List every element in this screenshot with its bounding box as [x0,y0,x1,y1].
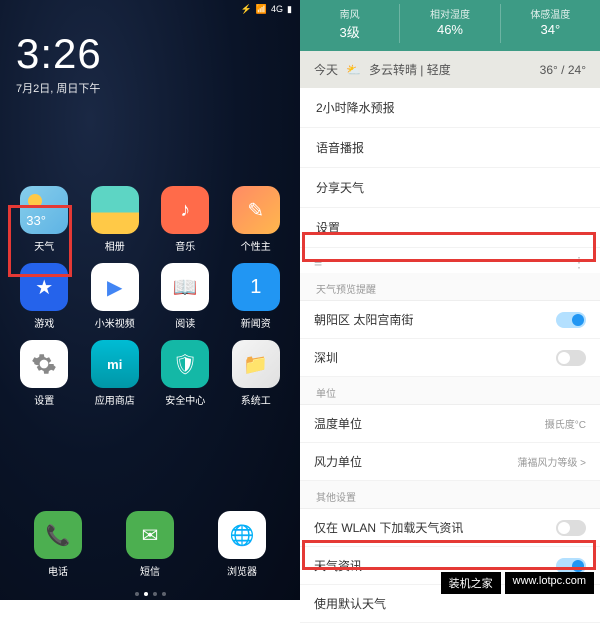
news-icon: 1 [232,263,280,311]
hamburger-icon[interactable]: ≡ [314,254,322,271]
humidity-cell: 相对湿度 46% [400,4,500,43]
location-chaoyang[interactable]: 朝阳区 太阳宫南街 [300,301,600,339]
app-label: 天气 [34,238,54,253]
app-label: 阅读 [175,315,195,330]
section-locations: 天气预览提醒 [300,273,600,301]
security-icon: 🛡 [161,340,209,388]
mivideo-icon: ▶ [91,263,139,311]
music-icon: ♪ [161,186,209,234]
menu-voice[interactable]: 语音播报 [300,128,600,168]
wind-cell: 南风 3级 [300,4,400,43]
messages-icon: ✉ [126,511,174,559]
watermark: 装机之家 www.lotpc.com [441,572,594,594]
app-reader[interactable]: 📖 阅读 [153,263,218,330]
menu-precip[interactable]: 2小时降水预报 [300,88,600,128]
status-bar: ⚡ 📶 4G ▮ [0,0,300,18]
systools-icon: 📁 [232,340,280,388]
battery-icon: ▮ [287,4,292,15]
reader-icon: 📖 [161,263,209,311]
weather-settings-screen: 南风 3级 相对湿度 46% 体感温度 34° 今天 ⛅ 多云转晴 | 轻度 3… [300,0,600,600]
row-wind-unit[interactable]: 风力单位 蒲福风力等级 > [300,443,600,481]
app-music[interactable]: ♪ 音乐 [153,186,218,253]
dock-browser[interactable]: 🌐 浏览器 [218,511,266,578]
app-label: 安全中心 [165,392,205,407]
section-other: 其他设置 [300,481,600,509]
toggle-wlan[interactable] [556,520,586,536]
network-label: 4G [271,4,283,14]
app-news[interactable]: 1 新闻资 [224,263,289,330]
games-icon [20,263,68,311]
browser-icon: 🌐 [218,511,266,559]
bluetooth-icon: ⚡ [241,4,252,15]
today-row[interactable]: 今天 ⛅ 多云转晴 | 轻度 36° / 24° [300,51,600,88]
app-label: 应用商店 [95,392,135,407]
settings-toolbar: ≡ ⋮ [300,248,600,273]
app-label: 短信 [140,563,160,578]
app-systools[interactable]: 📁 系统工 [224,340,289,407]
dock-messages[interactable]: ✉ 短信 [126,511,174,578]
app-label: 系统工 [241,392,271,407]
app-label: 设置 [34,392,54,407]
app-label: 小米视频 [95,315,135,330]
toggle-loc2[interactable] [556,350,586,366]
watermark-url: www.lotpc.com [505,572,594,594]
more-icon[interactable]: ⋮ [572,254,586,271]
app-appstore[interactable]: mi 应用商店 [83,340,148,407]
app-grid: 33° 天气 相册 ♪ 音乐 ✎ 个性主 游戏 ▶ 小米视频 📖 阅读 1 [0,96,300,407]
clock-time: 3:26 [16,30,284,78]
app-label: 电话 [48,563,68,578]
appstore-icon: mi [91,340,139,388]
settings-icon [20,340,68,388]
dock-phone[interactable]: 📞 电话 [34,511,82,578]
clock-widget[interactable]: 3:26 7月2日, 周日下午 [0,18,300,96]
app-label: 游戏 [34,315,54,330]
page-indicator [0,592,300,596]
signal-icon: 📶 [256,4,267,15]
weather-menu: 2小时降水预报 语音播报 分享天气 设置 [300,88,600,248]
home-screen: ⚡ 📶 4G ▮ 3:26 7月2日, 周日下午 33° 天气 相册 ♪ 音乐 … [0,0,300,600]
app-games[interactable]: 游戏 [12,263,77,330]
row-temp-unit[interactable]: 温度单位 摄氏度°C [300,405,600,443]
section-units: 单位 [300,377,600,405]
menu-settings[interactable]: 设置 [300,208,600,248]
app-security[interactable]: 🛡 安全中心 [153,340,218,407]
app-label: 相册 [105,238,125,253]
app-weather[interactable]: 33° 天气 [12,186,77,253]
today-label: 今天 [314,61,338,78]
phone-icon: 📞 [34,511,82,559]
app-settings[interactable]: 设置 [12,340,77,407]
watermark-text: 装机之家 [441,572,501,594]
app-label: 个性主 [241,238,271,253]
feelslike-cell: 体感温度 34° [501,4,600,43]
row-wlan-only[interactable]: 仅在 WLAN 下加载天气资讯 [300,509,600,547]
location-shenzhen[interactable]: 深圳 [300,339,600,377]
toggle-loc1[interactable] [556,312,586,328]
app-label: 新闻资 [241,315,271,330]
cloud-icon: ⛅ [346,63,361,77]
menu-share[interactable]: 分享天气 [300,168,600,208]
app-personalize[interactable]: ✎ 个性主 [224,186,289,253]
today-cond: 多云转晴 | 轻度 [369,61,451,78]
clock-date: 7月2日, 周日下午 [16,80,284,96]
dock: 📞 电话 ✉ 短信 🌐 浏览器 [0,511,300,578]
app-label: 浏览器 [227,563,257,578]
today-temps: 36° / 24° [540,63,586,77]
app-label: 音乐 [175,238,195,253]
app-mivideo[interactable]: ▶ 小米视频 [83,263,148,330]
weather-header: 南风 3级 相对湿度 46% 体感温度 34° [300,0,600,51]
app-gallery[interactable]: 相册 [83,186,148,253]
gallery-icon [91,186,139,234]
personalize-icon: ✎ [232,186,280,234]
weather-icon: 33° [20,186,68,234]
